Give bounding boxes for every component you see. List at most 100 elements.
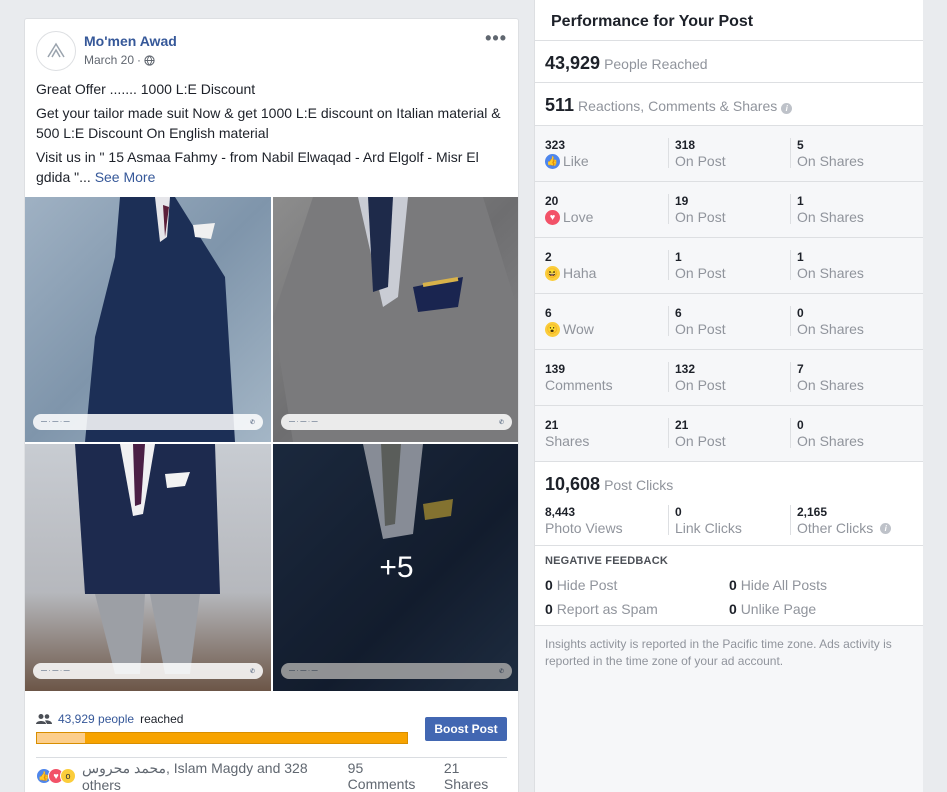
on-shares-value: 1 [797,194,804,208]
people-reached-row: 43,929 People Reached [545,53,708,74]
hide-post-label: Hide Post [556,577,618,593]
on-shares-cell: 0 On Shares [790,418,864,449]
suit-image [75,444,220,674]
on-shares-value: 5 [797,138,804,152]
post-clicks-row: 10,608 Post Clicks [545,474,673,495]
on-post-label: On Post [675,321,726,337]
reaction-total-cell: 20 ♥ Love [545,194,593,226]
shares-count[interactable]: 21 Shares [444,760,507,792]
reactions-summary: 👍 ♥ o محمد محروس, Islam Magdy and 328 ot… [36,760,507,792]
on-post-value: 318 [675,138,696,152]
post-card: Mo'men Awad March 20 · ••• Great Offer .… [24,18,519,792]
on-shares-cell: 1 On Shares [790,194,864,225]
reaction-row: 323 👍 Like 318 On Post 5 On Shares [535,126,923,182]
watermark: — · — · — ✆ [33,663,263,679]
engagement-counts: 95 Comments 21 Shares [348,760,507,792]
photo-3[interactable]: — · — · — ✆ [25,444,271,691]
photo-1[interactable]: — · — · — ✆ [25,197,271,442]
on-shares-label: On Shares [797,153,864,169]
people-reached-label: People Reached [604,56,708,72]
watermark-brand-icon: — · — · — [41,668,70,674]
love-icon: ♥ [545,209,560,225]
on-shares-cell: 7 On Shares [790,362,864,393]
on-post-cell: 6 On Post [668,306,726,337]
reaction-label: Wow [563,321,594,337]
negative-feedback-section: NEGATIVE FEEDBACK 0 Hide Post 0 Hide All… [535,546,923,626]
reach-suffix: reached [140,712,184,726]
unlike-value: 0 [729,601,737,617]
reaction-breakdown: 323 👍 Like 318 On Post 5 On Shares 20 ♥ Love 19 On … [535,126,923,462]
reaction-icons[interactable]: 👍 ♥ o [36,768,76,784]
photo-views-cell: 8,443 Photo Views [545,505,623,537]
link-clicks-cell: 0 Link Clicks [668,505,742,536]
on-shares-value: 0 [797,418,804,432]
on-shares-value: 0 [797,306,804,320]
reactors-list[interactable]: محمد محروس, Islam Magdy and 328 others [82,760,348,792]
reaction-total: 20 [545,194,559,208]
wow-icon: 😮 [545,321,560,337]
on-post-cell: 21 On Post [668,418,726,449]
boost-post-button[interactable]: Boost Post [425,717,507,741]
link-clicks-label: Link Clicks [675,520,742,536]
reaction-label: Haha [563,265,597,281]
page-avatar[interactable] [36,31,76,71]
reaction-label-row: ♥ Love [545,208,593,226]
reaction-total-cell: 6 😮 Wow [545,306,594,338]
more-options-icon[interactable]: ••• [485,29,507,47]
hide-post-value: 0 [545,577,553,593]
phone-icon: ✆ [498,419,504,426]
on-post-value: 6 [675,306,682,320]
post-line: Great Offer ....... 1000 L:E Discount [36,81,256,97]
on-shares-cell: 1 On Shares [790,250,864,281]
reach-progress-fill [37,733,86,743]
report-spam-stat: 0 Report as Spam [545,601,658,617]
hide-all-label: Hide All Posts [740,577,828,593]
photo-views-value: 8,443 [545,505,576,519]
reach-count-link[interactable]: 43,929 people [58,712,134,726]
post-author[interactable]: Mo'men Awad [84,33,177,49]
on-post-cell: 1 On Post [668,250,726,281]
on-shares-label: On Shares [797,209,864,225]
panel-title: Performance for Your Post [551,13,754,30]
info-icon[interactable]: i [781,103,793,114]
post-line: Get your tailor made suit Now & get 1000… [36,105,501,141]
reaction-row: 6 😮 Wow 6 On Post 0 On Shares [535,294,923,350]
photo-2[interactable]: — · — · — ✆ [273,197,518,442]
photo-grid: — · — · — ✆ — · — · — ✆ — · — · — ✆ — · … [25,197,518,691]
reaction-row: 139 Comments 132 On Post 7 On Shares [535,350,923,406]
reaction-total: 139 [545,362,566,376]
see-more-link[interactable]: See More [95,169,156,185]
other-clicks-label-row: Other Clicks i [797,519,892,537]
unlike-label: Unlike Page [740,601,817,617]
reaction-label: Shares [545,433,590,449]
on-post-label: On Post [675,209,726,225]
info-icon[interactable]: i [880,522,892,534]
panel-header: Performance for Your Post [535,0,923,41]
reaction-label-row: 👍 Like [545,152,589,170]
on-post-value: 19 [675,194,689,208]
reaction-label-row: Shares [545,432,589,450]
people-reached-value: 43,929 [545,53,601,73]
post-date[interactable]: March 20 [84,53,134,67]
reaction-row: 20 ♥ Love 19 On Post 1 On Shares [535,182,923,238]
haha-icon: 😆 [545,265,560,281]
engagement-section: 511 Reactions, Comments & Shares i [535,83,923,126]
on-shares-label: On Shares [797,433,864,449]
on-post-label: On Post [675,153,726,169]
reaction-total-cell: 139 Comments [545,362,613,394]
photo-4[interactable]: — · — · — ✆ +5 [273,444,518,691]
engagement-label: Reactions, Comments & Shares [578,98,778,114]
reaction-total-cell: 323 👍 Like [545,138,589,170]
watermark-brand-icon: — · — · — [289,419,318,425]
on-shares-label: On Shares [797,265,864,281]
link-clicks-value: 0 [675,505,682,519]
post-line: Visit us in " 15 Asmaa Fahmy - from Nabi… [36,147,504,187]
comments-count[interactable]: 95 Comments [348,760,434,792]
reaction-label-row: 😆 Haha [545,264,596,282]
other-clicks-cell: 2,165 Other Clicks i [790,505,892,537]
more-photos-overlay[interactable]: +5 [273,444,518,691]
reaction-total: 323 [545,138,566,152]
like-icon: 👍 [545,153,560,169]
reaction-label-row: Comments [545,376,613,394]
spam-label: Report as Spam [556,601,658,617]
